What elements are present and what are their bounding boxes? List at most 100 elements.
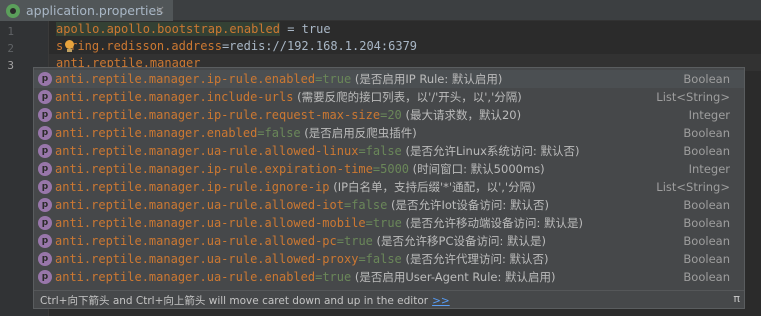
close-icon[interactable]: × xyxy=(155,3,165,17)
completion-item-type: Boolean xyxy=(683,144,730,158)
completion-item[interactable]: p anti.reptile.manager.ua-rule.allowed-io… xyxy=(34,196,744,214)
completion-item-type: Boolean xyxy=(683,252,730,266)
completion-item-name: anti.reptile.manager.ua-rule.allowed-lin… xyxy=(55,144,359,158)
line-number: 2 xyxy=(7,42,14,55)
completion-item[interactable]: p anti.reptile.manager.ua-rule.enabled=tr… xyxy=(34,268,744,286)
line-number: 3 xyxy=(7,59,14,72)
completion-item-description: (是否启用反爬虫插件) xyxy=(300,126,417,140)
completion-item-description: (是否允许代理访问: 默认否) xyxy=(401,252,549,266)
completion-item-text: anti.reptile.manager.ip-rule.enabled=tru… xyxy=(55,70,502,88)
completion-item-text: anti.reptile.manager.ip-rule.ignore-ip (… xyxy=(55,178,536,196)
properties-file-icon xyxy=(6,3,20,18)
property-key-rest: ring.redisson.address xyxy=(70,39,222,53)
completion-item-text: anti.reptile.manager.ua-rule.enabled=tru… xyxy=(55,268,555,286)
completion-item-name: anti.reptile.manager.ua-rule.allowed-pc xyxy=(55,234,337,248)
completion-item-type: Integer xyxy=(688,108,730,122)
completion-popup: p anti.reptile.manager.ip-rule.enabled=tr… xyxy=(33,67,745,309)
property-icon: p xyxy=(38,108,52,122)
completion-hint-text: Ctrl+向下箭头 and Ctrl+向上箭头 will move caret … xyxy=(40,293,450,308)
property-value: =redis://192.168.1.204:6379 xyxy=(221,39,418,53)
property-icon: p xyxy=(38,72,52,86)
property-icon: p xyxy=(38,90,52,104)
completion-item-default: =true xyxy=(315,270,352,284)
hint-message: Ctrl+向下箭头 and Ctrl+向上箭头 will move caret … xyxy=(40,295,429,307)
pi-icon[interactable]: π xyxy=(733,292,740,305)
code-line-1[interactable]: apollo.apollo.bootstrap.enabled = true xyxy=(56,21,331,38)
completion-item-description: (最大请求数，默认20) xyxy=(401,108,522,122)
completion-item-name: anti.reptile.manager.ip-rule.enabled xyxy=(55,72,316,86)
completion-item-type: Boolean xyxy=(683,72,730,86)
completion-item-description: (时间窗口: 默认5000ms) xyxy=(409,162,545,176)
completion-item-text: anti.reptile.manager.ua-rule.allowed-iot… xyxy=(55,196,549,214)
completion-item-text: anti.reptile.manager.include-urls (需要反爬的… xyxy=(55,88,522,106)
completion-item-default: =false xyxy=(343,198,388,212)
property-key: apollo.apollo.bootstrap.enabled xyxy=(56,22,280,36)
completion-item-default: =true xyxy=(336,234,373,248)
completion-item[interactable]: p anti.reptile.manager.ua-rule.allowed-li… xyxy=(34,142,744,160)
completion-item-text: anti.reptile.manager.ip-rule.expiration-… xyxy=(55,160,545,178)
completion-item-type: Boolean xyxy=(683,216,730,230)
completion-item-default: =false xyxy=(257,126,301,140)
completion-item-default: =false xyxy=(358,252,402,266)
completion-item-name: anti.reptile.manager.ua-rule.allowed-iot xyxy=(55,198,344,212)
line-number: 1 xyxy=(7,25,14,38)
completion-item-description: (是否启用IP Rule: 默认启用) xyxy=(351,72,503,86)
property-icon: p xyxy=(38,270,52,284)
hint-more-link[interactable]: >> xyxy=(432,295,450,307)
completion-item[interactable]: p anti.reptile.manager.ip-rule.ignore-ip … xyxy=(34,178,744,196)
completion-hint-bar: Ctrl+向下箭头 and Ctrl+向上箭头 will move caret … xyxy=(34,290,744,308)
property-icon: p xyxy=(38,180,52,194)
completion-item-default: =true xyxy=(315,72,352,86)
completion-item-text: anti.reptile.manager.ip-rule.request-max… xyxy=(55,106,521,124)
completion-item-text: anti.reptile.manager.ua-rule.allowed-pro… xyxy=(55,250,548,268)
tab-application-properties[interactable]: application.properties × xyxy=(0,0,173,21)
completion-item-type: Boolean xyxy=(683,270,730,284)
property-icon: p xyxy=(38,162,52,176)
completion-item-default: =5000 xyxy=(372,162,410,176)
completion-item-name: anti.reptile.manager.ua-rule.enabled xyxy=(55,270,316,284)
completion-item-name: anti.reptile.manager.ip-rule.expiration-… xyxy=(55,162,373,176)
property-icon: p xyxy=(38,216,52,230)
completion-item[interactable]: p anti.reptile.manager.ip-rule.expiration… xyxy=(34,160,744,178)
completion-item-default: =false xyxy=(358,144,402,158)
completion-item-default: =true xyxy=(365,216,402,230)
completion-item-type: Integer xyxy=(688,162,730,176)
completion-item-text: anti.reptile.manager.ua-rule.allowed-pc=… xyxy=(55,232,546,250)
lightbulb-icon[interactable] xyxy=(64,40,74,52)
completion-item-name: anti.reptile.manager.enabled xyxy=(55,126,258,140)
property-key-start: s xyxy=(56,39,64,53)
tab-label: application.properties xyxy=(26,3,163,18)
property-value: = true xyxy=(279,22,331,36)
completion-item[interactable]: p anti.reptile.manager.ua-rule.allowed-pc… xyxy=(34,232,744,250)
completion-item[interactable]: p anti.reptile.manager.include-urls (需要反爬… xyxy=(34,88,744,106)
code-line-2[interactable]: s ring.redisson.address=redis://192.168.1… xyxy=(56,38,417,55)
completion-item-name: anti.reptile.manager.ua-rule.allowed-mob… xyxy=(55,216,366,230)
property-icon: p xyxy=(38,144,52,158)
property-icon: p xyxy=(38,234,52,248)
completion-item[interactable]: p anti.reptile.manager.ip-rule.enabled=tr… xyxy=(34,70,744,88)
completion-item-type: List<String> xyxy=(656,90,730,104)
completion-item-name: anti.reptile.manager.ua-rule.allowed-pro… xyxy=(55,252,359,266)
completion-item[interactable]: p anti.reptile.manager.ua-rule.allowed-mo… xyxy=(34,214,744,232)
editor-tab-bar: application.properties × xyxy=(0,0,761,21)
completion-item-text: anti.reptile.manager.ua-rule.allowed-mob… xyxy=(55,214,583,232)
completion-item-type: Boolean xyxy=(683,234,730,248)
completion-item-description: (需要反爬的接口列表，以'/'开头，以','分隔) xyxy=(293,90,522,104)
completion-item-name: anti.reptile.manager.ip-rule.request-max… xyxy=(55,108,381,122)
completion-item[interactable]: p anti.reptile.manager.enabled=false (是否启… xyxy=(34,124,744,142)
completion-item-name: anti.reptile.manager.ip-rule.ignore-ip xyxy=(55,180,330,194)
property-icon: p xyxy=(38,198,52,212)
completion-item-description: (是否允许Linux系统访问: 默认否) xyxy=(401,144,580,158)
completion-item-default: =20 xyxy=(380,108,402,122)
property-icon: p xyxy=(38,252,52,266)
completion-item-type: List<String> xyxy=(656,180,730,194)
completion-item-description: (是否启用User-Agent Rule: 默认启用) xyxy=(351,270,556,284)
completion-item-description: (是否允许Iot设备访问: 默认否) xyxy=(387,198,549,212)
completion-item[interactable]: p anti.reptile.manager.ip-rule.request-ma… xyxy=(34,106,744,124)
completion-item[interactable]: p anti.reptile.manager.ua-rule.allowed-pr… xyxy=(34,250,744,268)
completion-item-description: (是否允许移PC设备访问: 默认是) xyxy=(372,234,547,248)
completion-item-type: Boolean xyxy=(683,126,730,140)
completion-item-type: Boolean xyxy=(683,198,730,212)
completion-item-text: anti.reptile.manager.enabled=false (是否启用… xyxy=(55,124,417,142)
completion-item-description: (IP白名单，支持后缀'*'通配，以','分隔) xyxy=(329,180,536,194)
